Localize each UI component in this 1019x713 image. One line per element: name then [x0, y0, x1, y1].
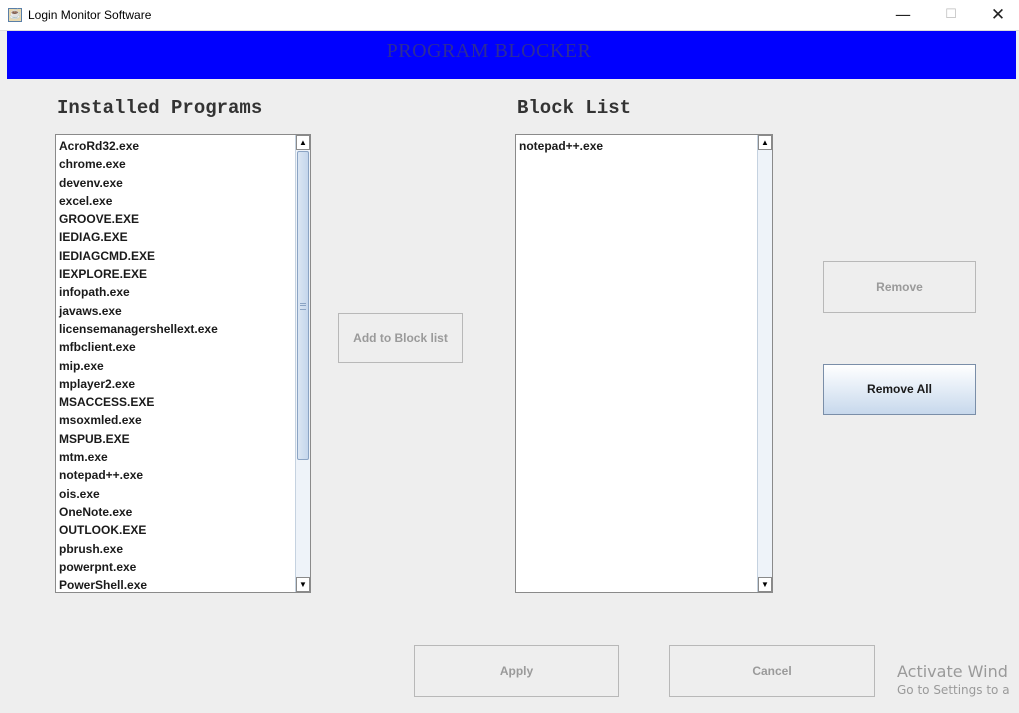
installed-programs-list[interactable]: AcroRd32.exe chrome.exe devenv.exe excel.ex… [55, 134, 311, 593]
list-item[interactable]: javaws.exe [59, 302, 218, 320]
installed-scrollbar[interactable]: ▲ ▼ [295, 135, 310, 592]
list-item[interactable]: OUTLOOK.EXE [59, 521, 218, 539]
list-item[interactable]: mip.exe [59, 357, 218, 375]
list-item[interactable]: PowerShell.exe [59, 576, 218, 592]
list-item[interactable]: notepad++.exe [59, 466, 218, 484]
block-list-label: Block List [517, 97, 632, 119]
list-item[interactable]: mplayer2.exe [59, 375, 218, 393]
list-item[interactable]: GROOVE.EXE [59, 210, 218, 228]
maximize-icon[interactable]: ☐ [928, 0, 974, 30]
remove-button[interactable]: Remove [823, 261, 976, 313]
list-item[interactable]: chrome.exe [59, 155, 218, 173]
block-list[interactable]: notepad++.exe ▲ ▼ [515, 134, 773, 593]
list-item[interactable]: mfbclient.exe [59, 338, 218, 356]
activation-watermark: Activate Wind Go to Settings to a [897, 662, 1010, 697]
watermark-subtitle: Go to Settings to a [897, 683, 1010, 697]
list-item[interactable]: mtm.exe [59, 448, 218, 466]
list-item[interactable]: AcroRd32.exe [59, 137, 218, 155]
scroll-up-icon[interactable]: ▲ [758, 135, 772, 150]
list-item[interactable]: OneNote.exe [59, 503, 218, 521]
list-item[interactable]: ois.exe [59, 485, 218, 503]
scroll-up-icon[interactable]: ▲ [296, 135, 310, 150]
list-item[interactable]: devenv.exe [59, 174, 218, 192]
list-item[interactable]: pbrush.exe [59, 540, 218, 558]
grip-icon [300, 302, 306, 310]
installed-programs-label: Installed Programs [57, 97, 263, 119]
add-to-block-list-button[interactable]: Add to Block list [338, 313, 463, 363]
list-item[interactable]: msoxmled.exe [59, 411, 218, 429]
list-item[interactable]: infopath.exe [59, 283, 218, 301]
list-item[interactable]: powerpnt.exe [59, 558, 218, 576]
header-banner: PROGRAM BLOCKER [7, 31, 1016, 79]
cancel-button[interactable]: Cancel [669, 645, 875, 697]
scroll-down-icon[interactable]: ▼ [758, 577, 772, 592]
list-item[interactable]: MSPUB.EXE [59, 430, 218, 448]
list-item[interactable]: IEXPLORE.EXE [59, 265, 218, 283]
list-item[interactable]: IEDIAG.EXE [59, 228, 218, 246]
list-item[interactable]: notepad++.exe [519, 137, 603, 155]
java-cup-icon: ☕ [8, 8, 22, 22]
watermark-title: Activate Wind [897, 662, 1008, 681]
scroll-down-icon[interactable]: ▼ [296, 577, 310, 592]
installed-items: AcroRd32.exe chrome.exe devenv.exe excel.ex… [59, 137, 218, 592]
window-title: Login Monitor Software [28, 8, 152, 22]
list-item[interactable]: IEDIAGCMD.EXE [59, 247, 218, 265]
close-icon[interactable]: ✕ [975, 0, 1019, 30]
scroll-thumb[interactable] [297, 151, 309, 460]
minimize-icon[interactable]: — [880, 0, 926, 30]
block-scrollbar[interactable]: ▲ ▼ [757, 135, 772, 592]
apply-button[interactable]: Apply [414, 645, 619, 697]
list-item[interactable]: licensemanagershellext.exe [59, 320, 218, 338]
list-item[interactable]: excel.exe [59, 192, 218, 210]
banner-title: PROGRAM BLOCKER [386, 40, 592, 62]
list-item[interactable]: MSACCESS.EXE [59, 393, 218, 411]
block-items: notepad++.exe [519, 137, 603, 155]
remove-all-button[interactable]: Remove All [823, 364, 976, 415]
title-bar: ☕ Login Monitor Software — ☐ ✕ [0, 0, 1019, 31]
